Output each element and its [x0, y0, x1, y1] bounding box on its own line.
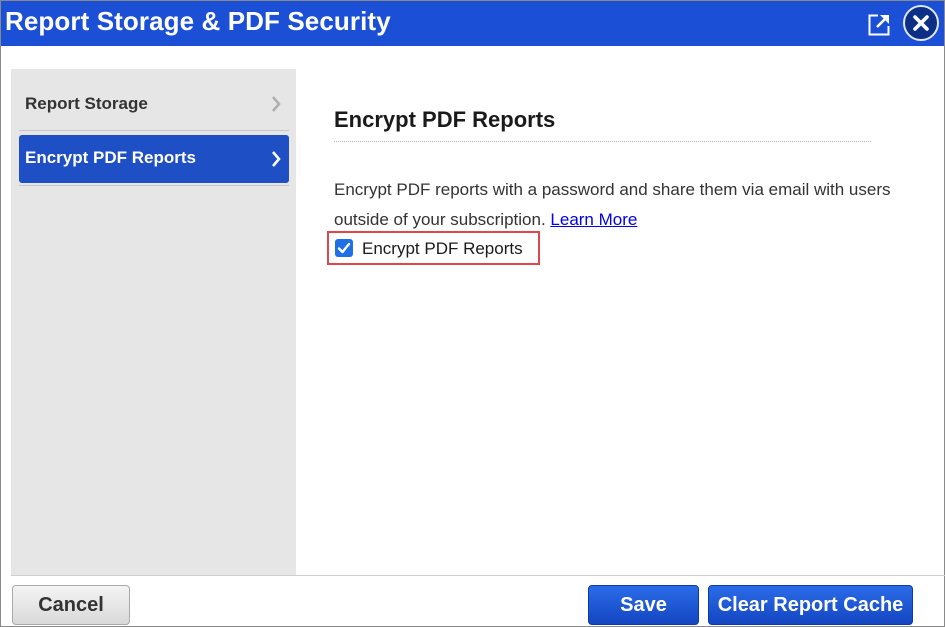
sidebar-item-label: Report Storage [25, 94, 148, 113]
chevron-right-icon [272, 96, 281, 112]
chevron-right-icon [272, 151, 281, 167]
clear-report-cache-button[interactable]: Clear Report Cache [708, 585, 913, 625]
dialog: Report Storage & PDF Security Report Sto… [0, 0, 945, 627]
sidebar-item-label: Encrypt PDF Reports [25, 148, 196, 167]
sidebar-item-encrypt-pdf-reports[interactable]: Encrypt PDF Reports [19, 135, 289, 183]
sidebar-divider [19, 185, 289, 186]
close-button[interactable] [903, 5, 939, 41]
section-description: Encrypt PDF reports with a password and … [334, 175, 894, 235]
popout-button[interactable] [868, 12, 892, 36]
save-button[interactable]: Save [588, 585, 699, 625]
sidebar-divider [19, 130, 289, 131]
cancel-button[interactable]: Cancel [12, 585, 130, 625]
section-heading: Encrypt PDF Reports [334, 107, 556, 132]
learn-more-link[interactable]: Learn More [550, 210, 637, 229]
encrypt-pdf-checkbox-label[interactable]: Encrypt PDF Reports [362, 239, 523, 259]
encrypt-checkbox-highlight: Encrypt PDF Reports [327, 231, 540, 265]
encrypt-pdf-checkbox[interactable] [335, 239, 353, 257]
heading-divider [334, 141, 871, 142]
title-bar: Report Storage & PDF Security [1, 1, 944, 46]
sidebar-item-report-storage[interactable]: Report Storage [19, 79, 289, 131]
close-icon [913, 15, 929, 31]
dialog-title: Report Storage & PDF Security [5, 6, 391, 36]
footer-divider [11, 575, 945, 576]
popout-icon [868, 12, 892, 36]
checkmark-icon [337, 242, 351, 254]
